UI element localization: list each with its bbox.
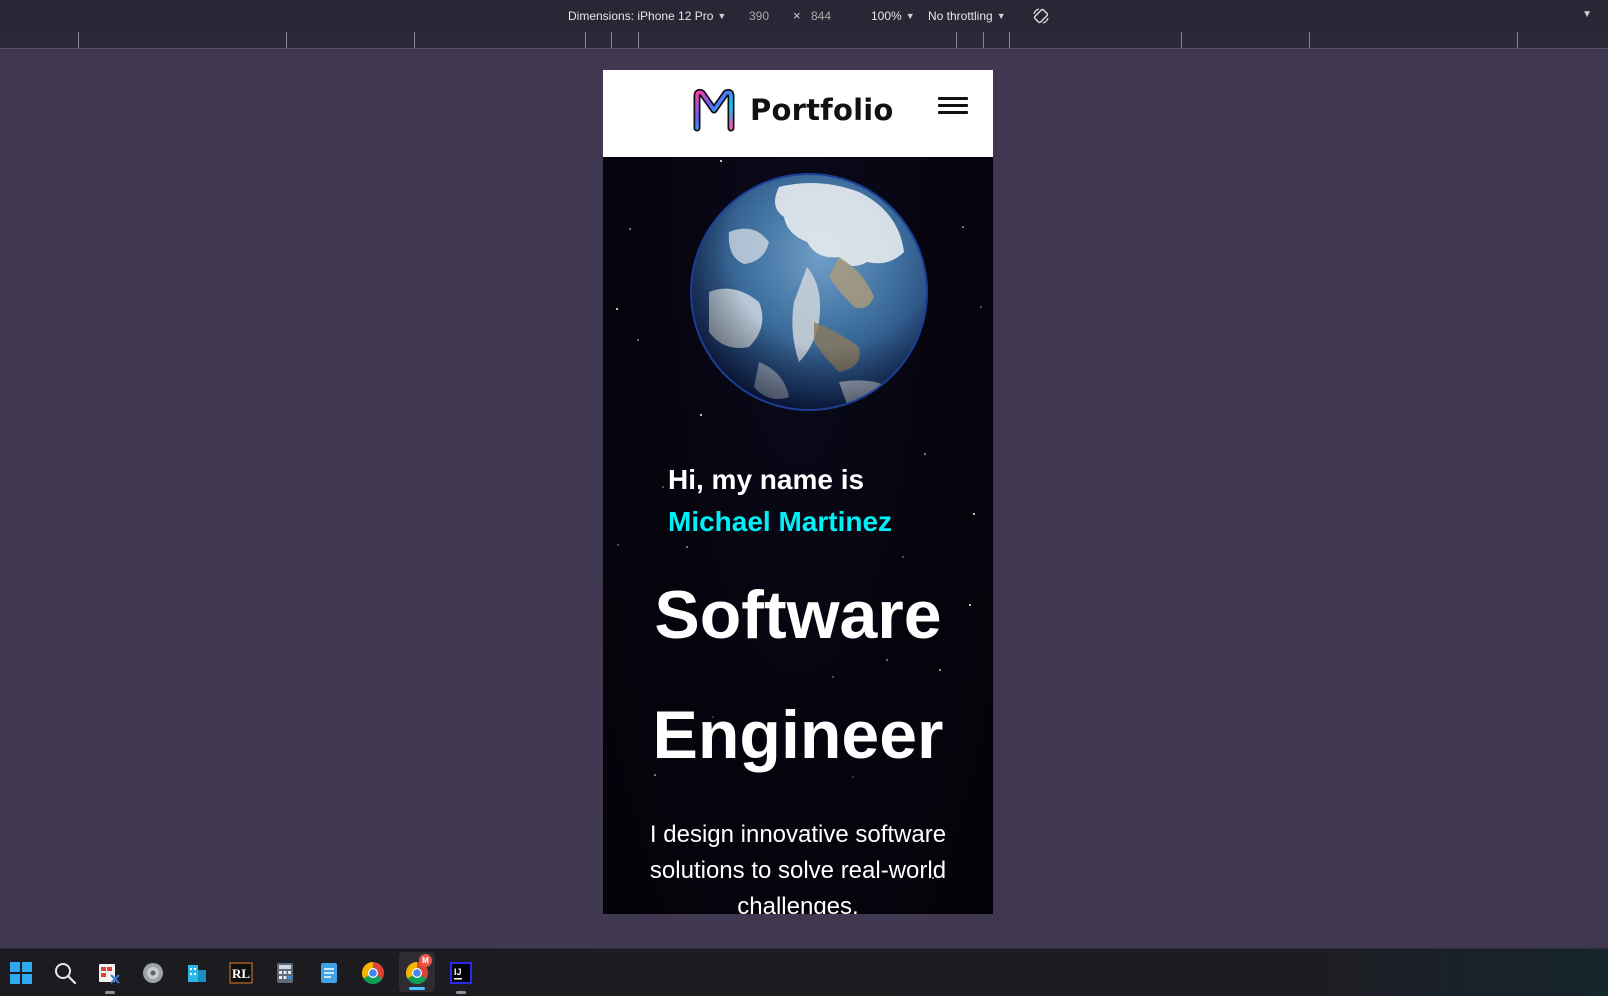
search-icon[interactable] [53, 961, 77, 985]
hero-description: I design innovative software solutions t… [649, 821, 947, 914]
snipping-tool-icon[interactable] [97, 961, 121, 985]
device-toolbar: Dimensions: iPhone 12 Pro ▼ 390 × 844 10… [0, 0, 1608, 32]
media-query-marker[interactable] [414, 32, 415, 48]
intro-text: Hi, my name is Michael Martinez [668, 459, 892, 543]
zoom-label: 100% [871, 9, 902, 23]
svg-text:RL: RL [232, 966, 250, 981]
windows-taskbar: RL M IJ [0, 948, 1608, 996]
media-query-marker[interactable] [983, 32, 984, 48]
media-query-marker[interactable] [286, 32, 287, 48]
start-icon[interactable] [9, 961, 33, 985]
caret-down-icon: ▼ [905, 11, 915, 21]
media-query-marker[interactable] [611, 32, 612, 48]
media-query-marker[interactable] [78, 32, 79, 48]
m-logo-icon [693, 88, 735, 132]
role-title-line-2: Engineer [652, 697, 944, 773]
throttling-label: No throttling [928, 9, 993, 23]
throttling-dropdown[interactable]: No throttling ▼ [928, 9, 1006, 23]
chrome-icon[interactable] [361, 961, 385, 985]
height-input[interactable]: 844 [811, 9, 831, 23]
svg-text:IJ: IJ [454, 967, 462, 977]
width-input[interactable]: 390 [749, 9, 769, 23]
caret-down-icon: ▼ [996, 11, 1006, 21]
media-query-marker[interactable] [585, 32, 586, 48]
media-query-marker[interactable] [1181, 32, 1182, 48]
zoom-dropdown[interactable]: 100% ▼ [871, 9, 915, 23]
device-viewport: Portfolio Hi, my name is Michael Martine… [603, 70, 993, 914]
disc-icon[interactable] [141, 961, 165, 985]
hamburger-menu-icon[interactable] [938, 97, 968, 117]
earth-globe-image [690, 173, 928, 411]
calculator-icon[interactable] [273, 961, 297, 985]
rotate-icon[interactable] [1031, 6, 1051, 26]
running-indicator [456, 991, 466, 994]
active-indicator [409, 987, 425, 990]
brand-link[interactable]: Portfolio [692, 88, 894, 132]
media-query-bar[interactable] [0, 32, 1608, 49]
dimensions-dropdown[interactable]: Dimensions: iPhone 12 Pro ▼ [568, 9, 726, 23]
brand-title: Portfolio [750, 93, 894, 127]
times-icon: × [793, 8, 801, 23]
greeting-text: Hi, my name is [668, 464, 865, 495]
chrome-profile-app[interactable]: M [399, 952, 435, 992]
media-query-marker[interactable] [1309, 32, 1310, 48]
intellij-icon[interactable]: IJ [449, 961, 473, 985]
notepad-icon[interactable] [317, 961, 341, 985]
hero-section: Hi, my name is Michael Martinez Software… [603, 157, 993, 914]
more-options-icon[interactable]: ▼ [1582, 9, 1592, 20]
developer-name: Michael Martinez [668, 506, 893, 537]
running-indicator [105, 991, 115, 994]
media-query-marker[interactable] [1517, 32, 1518, 48]
media-query-marker[interactable] [1009, 32, 1010, 48]
dimensions-label: Dimensions: iPhone 12 Pro [568, 9, 714, 23]
rl-app-icon[interactable]: RL [229, 961, 253, 985]
site-navbar: Portfolio [603, 70, 993, 157]
caret-down-icon: ▼ [717, 11, 727, 21]
role-title-line-1: Software [654, 577, 942, 653]
file-explorer-icon[interactable] [185, 961, 209, 985]
media-query-marker[interactable] [956, 32, 957, 48]
profile-badge: M [419, 954, 432, 967]
media-query-marker[interactable] [638, 32, 639, 48]
